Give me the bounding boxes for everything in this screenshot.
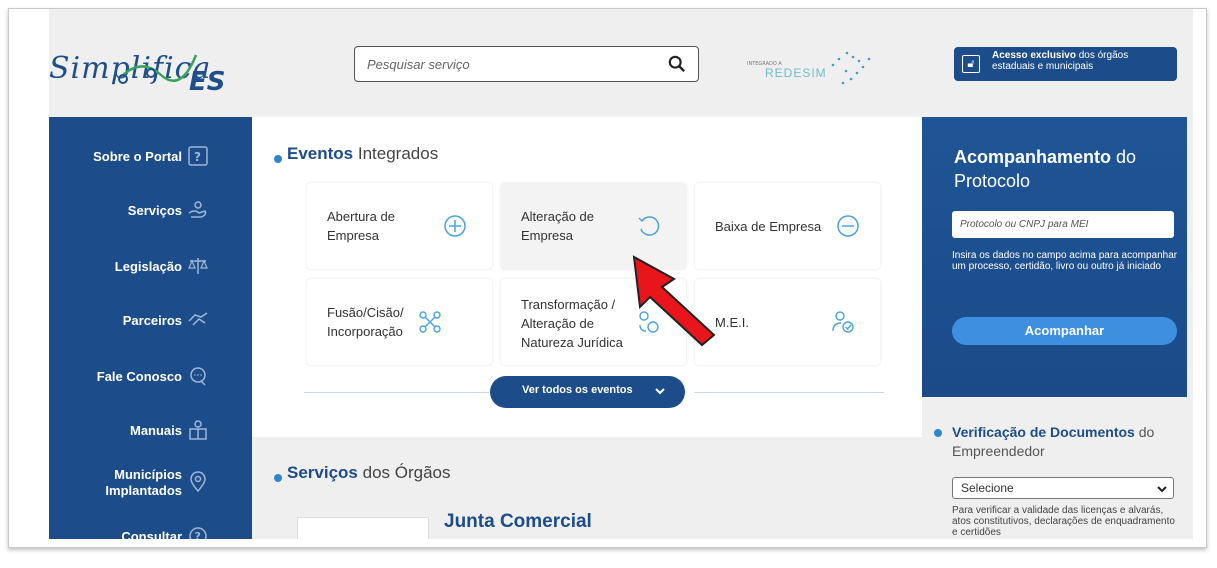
section-bullet xyxy=(274,155,282,163)
servicos-title: Serviços dos Órgãos xyxy=(287,463,451,483)
map-pin-icon xyxy=(190,471,206,493)
redesim-map-icon xyxy=(831,51,871,85)
acesso-bold: Acesso exclusivo xyxy=(992,50,1076,61)
eventos-title-bold: Eventos xyxy=(287,144,354,163)
sidebar-item-manuais[interactable]: Manuais xyxy=(49,411,252,451)
sidebar-item-municipios[interactable]: Municípios Implantados xyxy=(49,463,252,503)
sidebar-item-label: Manuais xyxy=(129,423,182,438)
logo-suffix: ES xyxy=(189,67,226,97)
sidebar-item-label: Municípios Implantados xyxy=(105,467,182,498)
card-label: Abertura de Empresa xyxy=(327,209,395,243)
lock-icon: 🔓︎ xyxy=(962,55,980,73)
search-input[interactable] xyxy=(367,53,657,75)
acesso-exclusivo-button[interactable]: 🔓︎ Acesso exclusivo dos órgãos estaduais… xyxy=(954,47,1177,81)
servicos-title-rest: dos Órgãos xyxy=(357,463,451,482)
portal-page: Simplifica ES INTEGRADO A REDESIM 🔓︎ xyxy=(49,9,1193,539)
sidebar-item-label: Legislação xyxy=(114,259,182,274)
ver-todos-label: Ver todos os eventos xyxy=(522,384,633,396)
plus-circle-icon xyxy=(444,215,466,237)
search-bar xyxy=(354,46,699,82)
search-icon[interactable] xyxy=(668,55,686,73)
servicos-title-bold: Serviços xyxy=(287,463,358,482)
section-bullet xyxy=(274,474,282,482)
refresh-icon xyxy=(638,216,660,236)
documento-select[interactable]: Selecione xyxy=(952,477,1174,499)
junta-comercial-title[interactable]: Junta Comercial xyxy=(444,511,592,533)
screenshot-frame: Simplifica ES INTEGRADO A REDESIM 🔓︎ xyxy=(8,8,1207,548)
verificacao-title: Verificação de Documentos do Empreendedo… xyxy=(952,423,1182,461)
user-check-icon xyxy=(832,311,854,333)
verificacao-help: Para verificar a validade das licenças e… xyxy=(952,505,1175,538)
sidebar-item-parceiros[interactable]: Parceiros xyxy=(49,301,252,341)
sidebar-item-legislacao[interactable]: Legislação xyxy=(49,247,252,287)
handshake-icon xyxy=(188,312,208,326)
sidebar-item-label: Parceiros xyxy=(122,313,182,328)
redesim-logo[interactable]: INTEGRADO A REDESIM xyxy=(747,47,877,87)
minus-circle-icon xyxy=(837,215,859,237)
verificacao-title-bold: Verificação de Documentos xyxy=(952,424,1135,440)
divider-right xyxy=(694,392,884,393)
event-card-fusao[interactable]: Fusão/Cisão/ Incorporação xyxy=(307,279,492,365)
sidebar-item-label: Consultar xyxy=(121,529,182,539)
sidebar-item-servicos[interactable]: Serviços xyxy=(49,191,252,231)
acompanhamento-panel: Acompanhamento do Protocolo Insira os da… xyxy=(922,117,1187,397)
sidebar: Sobre o Portal ? Serviços Legislação Par… xyxy=(49,117,252,539)
acompanhamento-title: Acompanhamento do Protocolo xyxy=(954,145,1174,193)
logo-swirl-icon xyxy=(118,54,198,84)
question-box-icon: ? xyxy=(188,146,208,166)
card-label: Baixa de Empresa xyxy=(715,219,822,234)
section-bullet xyxy=(934,429,942,437)
sidebar-item-label: Fale Conosco xyxy=(96,369,182,384)
annotation-arrow-icon xyxy=(632,255,716,347)
divider-left xyxy=(304,392,489,393)
acompanhar-button[interactable]: Acompanhar xyxy=(952,317,1177,345)
eventos-title: Eventos Integrados xyxy=(287,144,438,164)
chat-icon xyxy=(190,367,206,386)
sidebar-item-fale-conosco[interactable]: Fale Conosco xyxy=(49,357,252,397)
sidebar-item-consultar[interactable]: Consultar ? xyxy=(49,517,252,539)
chevron-down-icon xyxy=(1157,486,1167,493)
chevron-down-icon xyxy=(655,388,665,395)
nodes-icon xyxy=(419,311,441,333)
svg-text:?: ? xyxy=(195,530,201,539)
verificacao-section: Verificação de Documentos do Empreendedo… xyxy=(922,397,1187,539)
eventos-title-rest: Integrados xyxy=(353,144,439,163)
sidebar-item-label: Sobre o Portal xyxy=(93,149,182,164)
scales-icon xyxy=(188,258,208,274)
simplifica-es-logo[interactable]: Simplifica ES xyxy=(49,37,239,107)
acompanhamento-title-bold: Acompanhamento xyxy=(954,147,1112,167)
ver-todos-eventos-button[interactable]: Ver todos os eventos xyxy=(490,376,685,408)
hand-service-icon xyxy=(188,201,207,218)
sidebar-item-label: Serviços xyxy=(127,203,182,218)
sidebar-item-sobre[interactable]: Sobre o Portal ? xyxy=(49,137,252,177)
acesso-text: Acesso exclusivo dos órgãos estaduais e … xyxy=(992,50,1172,72)
junta-comercial-logo[interactable] xyxy=(297,517,429,539)
acompanhamento-help: Insira os dados no campo acima para acom… xyxy=(952,250,1178,272)
svg-text:?: ? xyxy=(194,150,201,164)
card-label: Alteração de Empresa xyxy=(521,209,594,243)
question-circle-icon: ? xyxy=(189,527,207,539)
event-card-abertura[interactable]: Abertura de Empresa xyxy=(307,183,492,269)
select-value: Selecione xyxy=(961,481,1014,495)
protocolo-input[interactable] xyxy=(952,211,1174,238)
book-icon xyxy=(189,420,207,440)
